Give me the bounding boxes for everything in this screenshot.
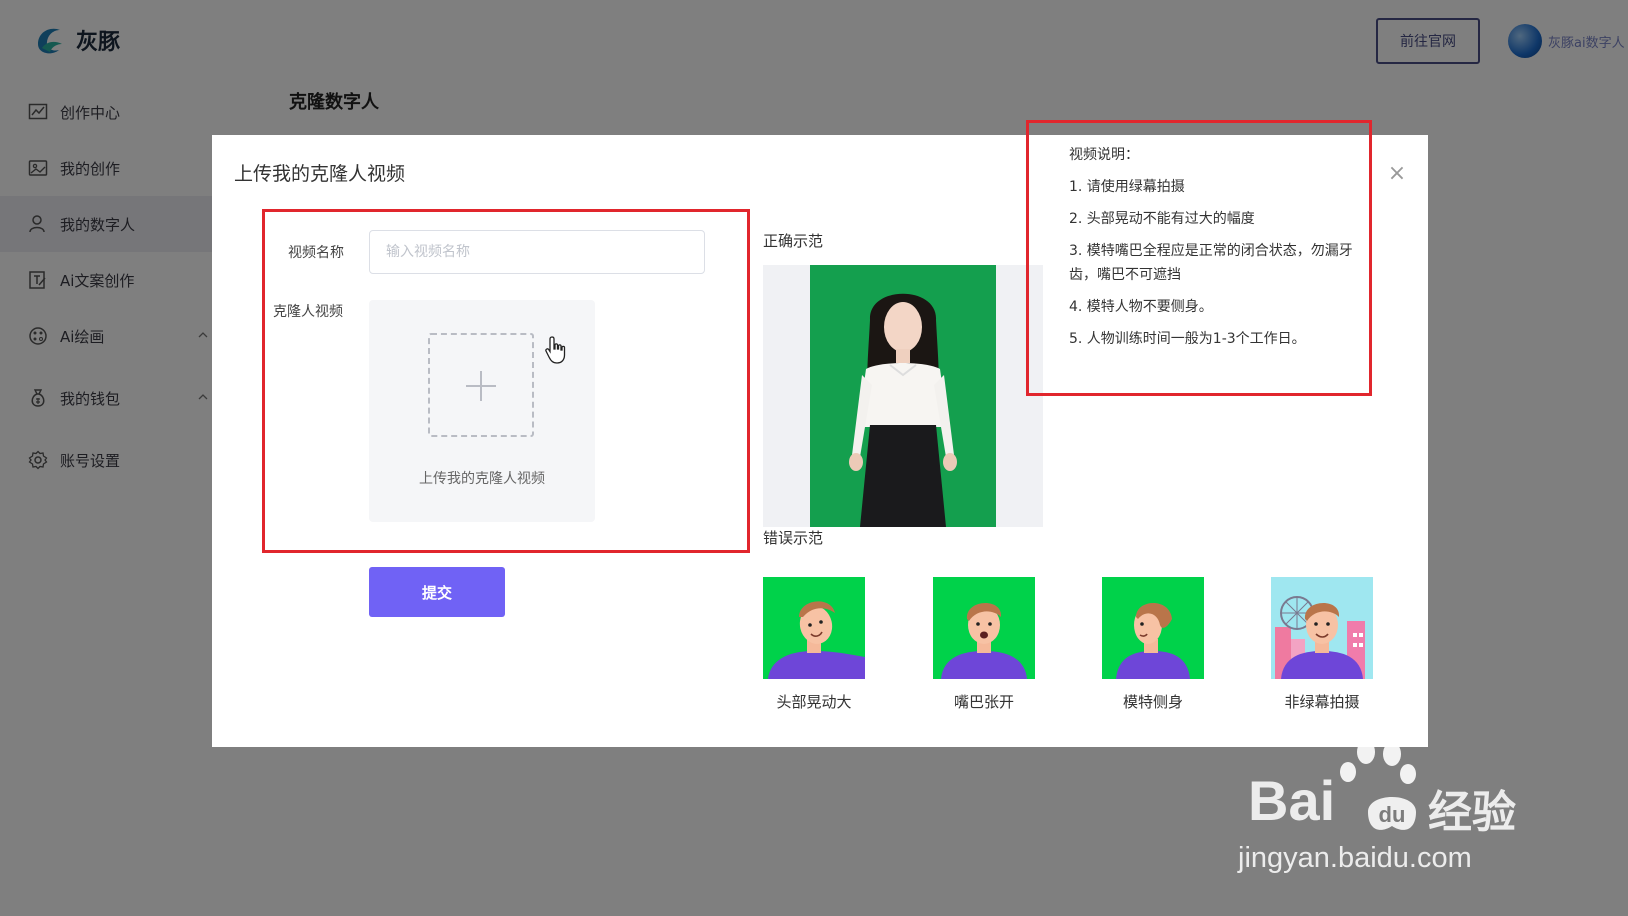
notes-item: 5. 人物训练时间一般为1-3个工作日。 xyxy=(1069,331,1306,347)
submit-button[interactable]: 提交 xyxy=(369,567,505,617)
green-screen-backdrop xyxy=(810,265,996,527)
plus-icon xyxy=(480,371,482,401)
woman-figure xyxy=(849,293,957,527)
watermark-brand-cn: 经验 xyxy=(1428,787,1516,838)
notes-item: 2. 头部晃动不能有过大的幅度 xyxy=(1069,211,1255,227)
wrong-example-caption: 嘴巴张开 xyxy=(953,693,1014,711)
notes-title: 视频说明： xyxy=(1069,147,1139,163)
du-paw-icon: du xyxy=(1368,797,1416,830)
video-upload-area[interactable]: 上传我的克隆人视频 xyxy=(369,300,595,522)
wrong-example-caption: 非绿幕拍摄 xyxy=(1284,693,1360,711)
wrong-example-image xyxy=(1102,577,1204,679)
upload-hint: 上传我的克隆人视频 xyxy=(419,471,545,487)
notes-item: 3. 模特嘴巴全程应是正常的闭合状态，勿漏牙齿，嘴巴不可遮挡 xyxy=(1069,243,1353,283)
wrong-example-image xyxy=(763,577,865,679)
clone-video-label: 克隆人视频 xyxy=(273,304,343,320)
wrong-example-caption: 头部晃动大 xyxy=(776,693,852,711)
notes-item: 4. 模特人物不要侧身。 xyxy=(1069,299,1213,315)
notes-item: 1. 请使用绿幕拍摄 xyxy=(1069,179,1185,195)
hand-cursor-icon xyxy=(545,336,566,364)
wrong-example-label: 错误示范 xyxy=(763,529,824,547)
wrong-example-caption: 模特侧身 xyxy=(1122,693,1183,711)
wrong-example-image xyxy=(1271,577,1373,679)
upload-dropzone[interactable] xyxy=(428,333,534,437)
correct-example-label: 正确示范 xyxy=(763,232,824,250)
video-name-input[interactable] xyxy=(369,230,705,274)
correct-example-image xyxy=(763,265,1043,527)
watermark-url: jingyan.baidu.com xyxy=(1238,842,1472,874)
close-button[interactable]: × xyxy=(1386,163,1408,185)
video-notes-box: 视频说明： 1. 请使用绿幕拍摄 2. 头部晃动不能有过大的幅度 3. 模特嘴巴… xyxy=(1026,120,1372,396)
svg-text:du: du xyxy=(1379,802,1406,827)
dialog-title: 上传我的克隆人视频 xyxy=(234,163,406,185)
watermark-brand: Bai xyxy=(1248,769,1336,832)
wrong-example-image xyxy=(933,577,1035,679)
baidu-jingyan-watermark: Bai du 经验 jingyan.baidu.com xyxy=(1238,738,1548,888)
video-name-label: 视频名称 xyxy=(288,245,344,261)
